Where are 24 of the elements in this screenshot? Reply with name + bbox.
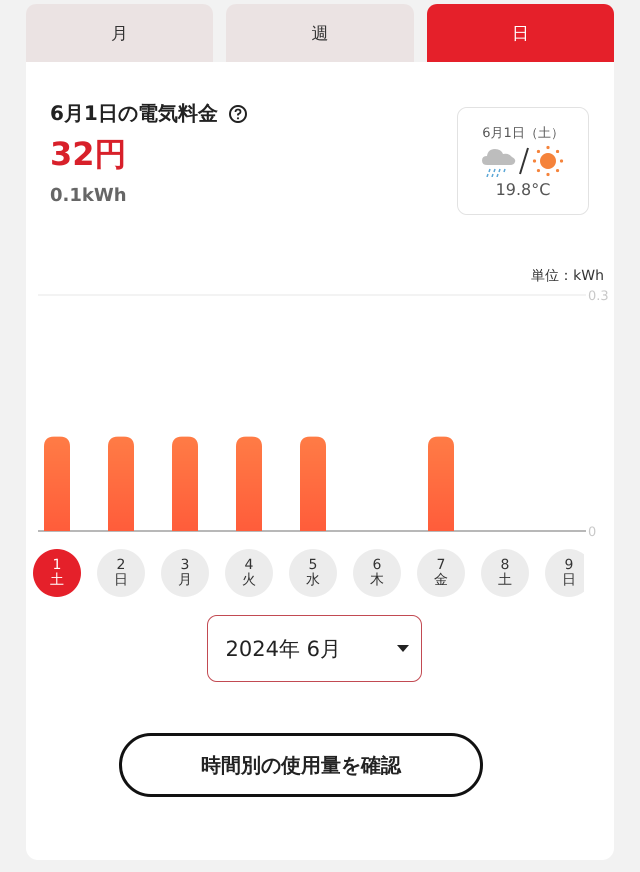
tab[interactable]: 日 <box>426 4 614 62</box>
day-button[interactable]: 9 日 <box>545 549 584 597</box>
sun-icon <box>531 144 565 178</box>
unit-label: 単位：kWh <box>531 267 604 285</box>
day-button[interactable]: 2 日 <box>97 549 145 597</box>
day-button[interactable]: 1 土 <box>33 549 81 597</box>
day-button[interactable]: 4 火 <box>225 549 273 597</box>
usage-amount: 0.1kWh <box>50 185 128 206</box>
day-button[interactable]: 3 月 <box>161 549 209 597</box>
tab[interactable]: 週 <box>226 4 414 62</box>
slash-icon <box>519 146 529 176</box>
day-button[interactable]: 6 木 <box>353 549 401 597</box>
day-button[interactable]: 8 土 <box>481 549 529 597</box>
hourly-usage-button[interactable]: 時間別の使用量を確認 <box>119 733 483 797</box>
price-amount: 32円 <box>50 134 128 175</box>
day-button[interactable]: 5 水 <box>289 549 337 597</box>
help-icon[interactable] <box>228 104 248 124</box>
tab[interactable]: 月 <box>26 4 214 62</box>
caret-icon <box>396 645 408 652</box>
day-button[interactable]: 7 金 <box>417 549 465 597</box>
temperature: 19.8°C <box>496 180 550 198</box>
month-dropdown[interactable]: 2024年 6月 <box>206 615 422 682</box>
summary-title: 6月1日の電気料金 <box>50 100 218 127</box>
weather-date: 6月1日（土） <box>482 124 564 142</box>
